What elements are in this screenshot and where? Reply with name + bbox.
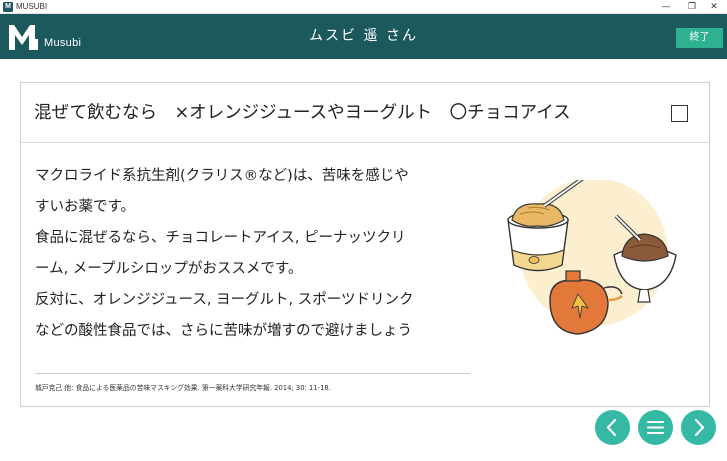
body-line: すいお薬です。	[35, 199, 136, 215]
next-button[interactable]	[681, 410, 716, 445]
window-title: MUSUBI	[16, 2, 48, 11]
body-line: 反対に、オレンジジュース, ヨーグルト, スポーツドリンク	[35, 292, 414, 308]
reference-divider	[35, 373, 470, 374]
body-line: 食品に混ぜるなら、チョコレートアイス, ピーナッツクリ	[35, 230, 406, 246]
app-icon: M	[3, 2, 13, 12]
logo-text: Musubi	[44, 37, 82, 49]
musubi-logo: Musubi	[6, 21, 96, 53]
info-card: 混ぜて飲むなら ×オレンジジュースやヨーグルト 〇チョコアイス マクロライド系抗…	[20, 82, 710, 407]
body-line: マクロライド系抗生剤(クラリス®など)は、苦味を感じや	[35, 168, 409, 184]
body-line: ーム, メープルシロップがおススメです。	[35, 261, 303, 277]
end-button[interactable]: 終了	[676, 28, 723, 48]
previous-button[interactable]	[595, 410, 630, 445]
patient-name: ムスビ 遥 さん	[309, 28, 418, 44]
body-line: などの酸性食品では、さらに苦味が増すので避けましょう	[35, 323, 412, 339]
musubi-logo-mark	[9, 25, 38, 50]
close-button[interactable]: ✕	[699, 0, 727, 14]
menu-icon	[647, 421, 664, 434]
card-body: マクロライド系抗生剤(クラリス®など)は、苦味を感じや すいお薬です。 食品に混…	[35, 161, 485, 347]
done-checkbox[interactable]	[671, 105, 688, 122]
chevron-right-icon	[694, 418, 705, 437]
window-titlebar: M MUSUBI — ❐ ✕	[0, 0, 727, 14]
app-header: Musubi ムスビ 遥 さん 終了	[0, 14, 727, 59]
menu-button[interactable]	[638, 410, 673, 445]
dessert-foods-illustration	[494, 174, 694, 360]
card-heading: 混ぜて飲むなら ×オレンジジュースやヨーグルト 〇チョコアイス	[34, 103, 571, 123]
chevron-left-icon	[606, 418, 617, 437]
card-title-bar: 混ぜて飲むなら ×オレンジジュースやヨーグルト 〇チョコアイス	[21, 83, 709, 143]
reference-citation: 城戸克己 他: 食品による医薬品の苦味マスキング効果. 第一薬科大学研究年報. …	[35, 384, 331, 392]
